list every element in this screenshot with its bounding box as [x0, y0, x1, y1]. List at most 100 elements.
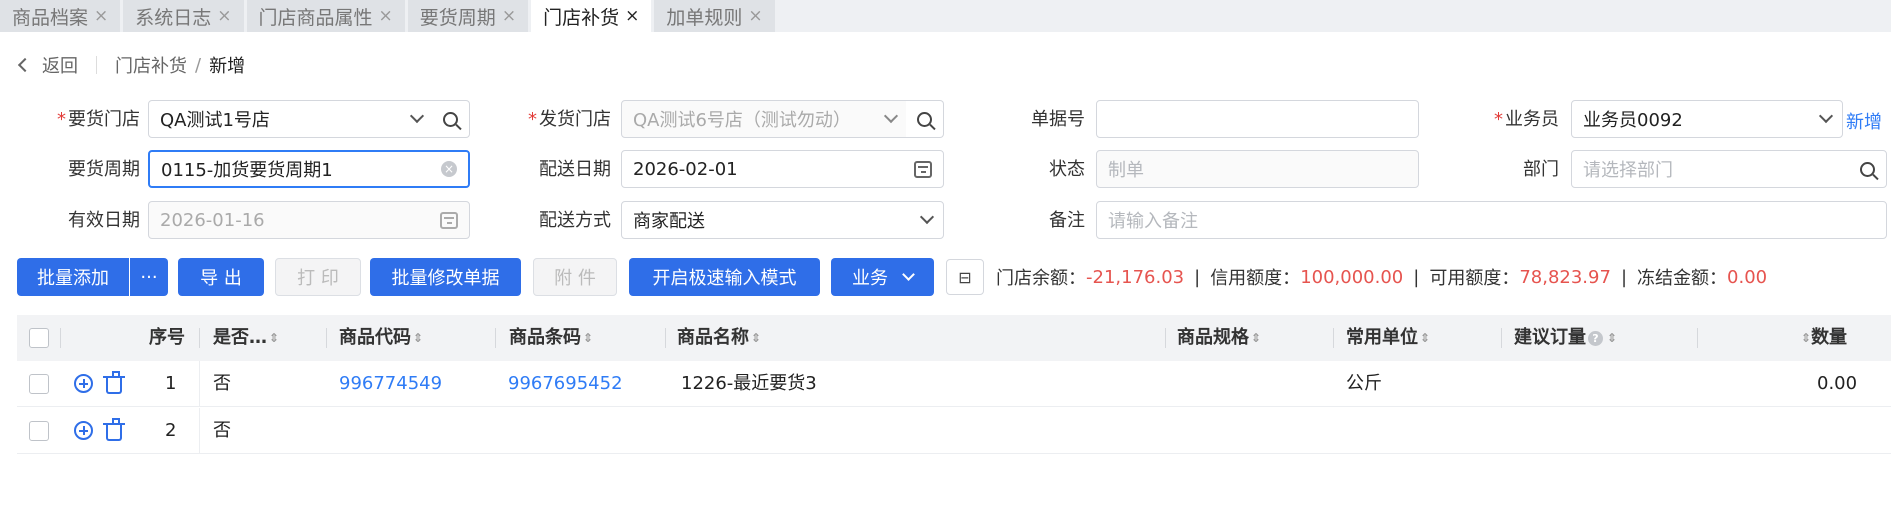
req-store-select[interactable]: QA测试1号店: [148, 100, 434, 138]
select-all-checkbox[interactable]: [29, 328, 49, 348]
col-suggest-qty[interactable]: 建议订量? ⇕: [1514, 315, 1617, 361]
table-header: 序号 是否… ⇕ 商品代码 ⇕ 商品条码 ⇕ 商品名称 ⇕ 商品规格 ⇕ 常用单位 ⇕ 建议…: [17, 315, 1891, 361]
row-index: 1: [165, 373, 177, 394]
tab-store-replenish[interactable]: 门店补货 ×: [531, 0, 652, 32]
delivery-method-select[interactable]: 商家配送: [621, 201, 944, 239]
search-icon[interactable]: [1860, 161, 1875, 177]
row-unit: 公斤: [1346, 373, 1382, 394]
tab-label: 加单规则: [666, 6, 743, 29]
col-flag[interactable]: 是否… ⇕: [213, 315, 279, 361]
table-row[interactable]: 1 否 996774549 9967695452 1226-最近要货3 公斤 0…: [17, 361, 1891, 407]
doc-no-label: 单据号: [1031, 109, 1085, 130]
department-select[interactable]: 请选择部门: [1571, 150, 1887, 188]
close-icon[interactable]: ×: [748, 6, 762, 26]
row-product-code-link[interactable]: 996774549: [339, 361, 442, 407]
breadcrumb-separator: /: [195, 54, 202, 76]
valid-date-picker[interactable]: 2026-01-16: [148, 201, 470, 239]
row-checkbox[interactable]: [29, 374, 49, 394]
col-product-name[interactable]: 商品名称 ⇕: [677, 315, 761, 361]
batch-add-more-button[interactable]: ···: [130, 258, 168, 296]
col-label: 商品规格: [1177, 327, 1249, 348]
sort-icon[interactable]: ⇕: [1607, 332, 1617, 344]
tab-add-order-rule[interactable]: 加单规则 ×: [654, 0, 775, 32]
ship-store-label: * 发货门店: [505, 102, 611, 138]
add-row-icon[interactable]: [74, 421, 93, 440]
tab-system-log[interactable]: 系统日志 ×: [123, 0, 244, 32]
breadcrumb-parent[interactable]: 门店补货: [115, 52, 187, 78]
col-barcode[interactable]: 商品条码 ⇕: [509, 315, 593, 361]
req-store-label: * 要货门店: [30, 102, 140, 138]
sort-icon[interactable]: ⇕: [1801, 332, 1811, 344]
clear-icon[interactable]: ×: [441, 161, 457, 177]
store-balance-value: -21,176.03: [1086, 266, 1185, 288]
col-spec[interactable]: 商品规格 ⇕: [1177, 315, 1261, 361]
row-barcode-link[interactable]: 9967695452: [508, 361, 623, 407]
select-value: 业务员0092: [1583, 110, 1683, 131]
row-checkbox[interactable]: [29, 421, 49, 441]
batch-add-button[interactable]: 批量添加: [17, 258, 129, 296]
ship-store-search-button[interactable]: [906, 100, 944, 138]
col-label: 商品代码: [339, 327, 411, 348]
close-icon[interactable]: ×: [94, 6, 108, 26]
button-label: 业务: [852, 268, 888, 289]
delivery-date-picker[interactable]: 2026-02-01: [621, 150, 944, 188]
row-qty[interactable]: 0.00: [1817, 361, 1857, 407]
sort-icon[interactable]: ⇕: [413, 332, 423, 344]
fast-input-button[interactable]: 开启极速输入模式: [629, 258, 820, 296]
col-product-code[interactable]: 商品代码 ⇕: [339, 315, 423, 361]
add-salesman-link[interactable]: 新增: [1846, 108, 1882, 134]
req-store-search-button[interactable]: [432, 100, 470, 138]
batch-edit-button[interactable]: 批量修改单据: [370, 258, 521, 296]
col-label: 数量: [1811, 327, 1848, 348]
required-mark: *: [528, 109, 537, 130]
add-row-icon[interactable]: [74, 374, 93, 393]
tab-product-archive[interactable]: 商品档案 ×: [0, 0, 121, 32]
col-qty[interactable]: ⇕数量: [1799, 315, 1847, 361]
sort-icon[interactable]: ⇕: [1420, 332, 1430, 344]
salesman-select[interactable]: 业务员0092: [1571, 100, 1843, 138]
label-text: 业务员: [1505, 109, 1559, 130]
column-divider: [495, 328, 496, 348]
attachment-button[interactable]: 附 件: [533, 258, 617, 296]
select-value: 商家配送: [633, 211, 705, 232]
delivery-method-label: 配送方式: [539, 210, 611, 231]
column-divider: [1501, 328, 1502, 348]
col-index: 序号: [149, 327, 185, 348]
tab-store-product-attr[interactable]: 门店商品属性 ×: [246, 0, 405, 32]
export-button[interactable]: 导 出: [178, 258, 264, 296]
column-divider: [199, 328, 200, 348]
column-divider: [60, 328, 61, 348]
help-icon[interactable]: ?: [1588, 330, 1603, 346]
tab-request-cycle[interactable]: 要货周期 ×: [407, 0, 529, 32]
table-row[interactable]: 2 否: [17, 408, 1891, 454]
close-icon[interactable]: ×: [217, 6, 231, 26]
column-settings-icon[interactable]: ⊟: [946, 259, 984, 295]
remark-input[interactable]: 请输入备注: [1096, 201, 1887, 239]
close-icon[interactable]: ×: [625, 6, 639, 26]
sort-icon[interactable]: ⇕: [269, 332, 279, 344]
available-value: 78,823.97: [1519, 266, 1611, 288]
column-divider: [1697, 328, 1698, 348]
req-cycle-input[interactable]: 0115-加货要货周期1 ×: [148, 150, 470, 188]
back-link[interactable]: 返回: [42, 52, 78, 78]
sort-icon[interactable]: ⇕: [751, 332, 761, 344]
print-button[interactable]: 打 印: [275, 258, 361, 296]
sort-icon[interactable]: ⇕: [583, 332, 593, 344]
delete-row-icon[interactable]: [103, 418, 125, 441]
input-value: 0115-加货要货周期1: [161, 160, 333, 181]
col-unit[interactable]: 常用单位 ⇕: [1346, 315, 1430, 361]
sort-icon[interactable]: ⇕: [1251, 332, 1261, 344]
calendar-icon: [914, 160, 932, 178]
ship-store-select[interactable]: QA测试6号店（测试勿动）: [621, 100, 908, 138]
select-value: QA测试1号店: [160, 110, 270, 131]
divider: |: [1413, 266, 1420, 288]
salesman-label: * 业务员: [1455, 102, 1559, 138]
chevron-left-icon[interactable]: [17, 57, 33, 73]
tab-label: 商品档案: [12, 6, 89, 29]
close-icon[interactable]: ×: [502, 6, 516, 26]
business-dropdown-button[interactable]: 业务: [831, 258, 934, 296]
column-divider: [326, 328, 327, 348]
close-icon[interactable]: ×: [379, 6, 393, 26]
doc-no-input[interactable]: [1096, 100, 1419, 138]
delete-row-icon[interactable]: [103, 371, 125, 394]
